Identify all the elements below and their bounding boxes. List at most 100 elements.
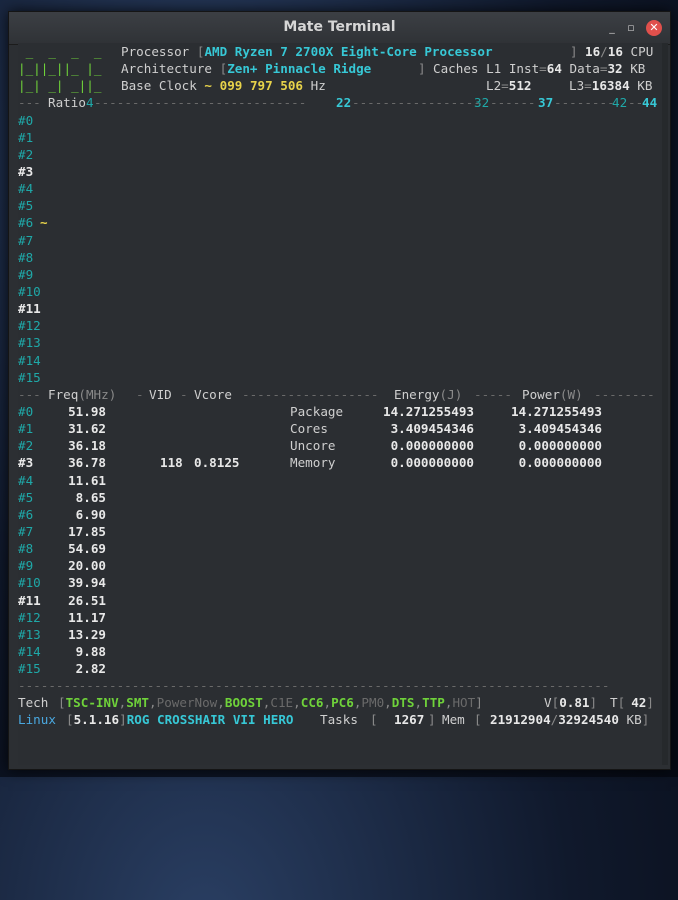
ratio-core-row: #6 ~ [18,214,668,231]
caches-label: Caches L1 Inst [433,61,540,77]
core-id: #13 [18,626,41,642]
titlebar[interactable]: Mate Terminal _ ▫ ✕ [9,12,670,45]
minimize-button[interactable]: _ [604,20,620,36]
close-button[interactable]: ✕ [646,20,662,36]
l3-label: L3 [569,78,585,94]
voltage-value: 0.81 [559,695,590,711]
ratio-mark: 32 [474,95,490,111]
terminal-window[interactable]: Mate Terminal _ ▫ ✕ _ _ _ _ Processor [A… [8,11,671,770]
core-id: #9 [18,266,34,282]
tech-flags: [TSC-INV,SMT,PowerNow,BOOST,C1E,CC6,PC6,… [58,695,483,711]
freq-core-row: #0 51.98 Package 14.271255493 14.271255493 [18,403,668,420]
freq-header: --- Freq(MHz) - VID - Vcore ------------… [18,386,655,402]
core-id: #13 [18,335,41,351]
logo-line: _ _ _ _ [18,44,102,59]
maximize-button[interactable]: ▫ [623,20,639,36]
core-id: #4 [18,472,34,488]
freq-core-row: #10 39.94 [18,574,668,591]
core-frequency: 8.65 [75,489,106,505]
temp-value: 42 [631,695,647,711]
core-id: #0 [18,403,34,419]
core-id: #15 [18,661,41,677]
core-id: #11 [18,301,41,317]
freq-core-row: #14 9.88 [18,643,668,660]
core-id: #4 [18,181,34,197]
tech-flag: C1E [270,695,294,711]
core-id: #10 [18,283,41,299]
processor-row: _ _ _ _ Processor [AMD Ryzen 7 2700X Eig… [18,44,654,59]
freq-core-row: #11 26.51 [18,592,668,609]
core-frequency: 51.98 [68,403,106,419]
terminal-output[interactable]: _ _ _ _ Processor [AMD Ryzen 7 2700X Eig… [18,43,668,765]
cpu-online: 16 [585,44,601,59]
core-frequency: 2.82 [75,661,106,677]
core-frequency: 6.90 [75,506,106,522]
core-id: #14 [18,643,41,659]
core-id: #7 [18,232,34,248]
kernel-version: 5.1.16 [73,712,120,728]
clock-label: Base Clock [121,78,197,94]
status-row: Linux [5.1.16]ROG CROSSHAIR VII HERO Tas… [18,712,650,728]
tech-flag: SMT [126,695,150,711]
core-frequency: 13.29 [68,626,106,642]
core-id: #5 [18,489,34,505]
freq-core-row: #6 6.90 [18,506,668,523]
core-id: #6 [18,506,34,522]
power-domain-name: Cores [290,421,328,437]
tech-flag: TTP [422,695,445,711]
ratio-core-row: #13 [18,334,668,351]
vid-value: 118 [160,455,183,471]
core-frequency: 9.88 [75,643,106,659]
ratio-core-row: #14 [18,352,668,369]
ratio-mark: 22 [336,95,352,111]
tech-flag: PM0 [361,695,385,711]
power-value: 0.000000000 [518,455,602,471]
core-id: #12 [18,318,41,334]
ratio-core-list: #0 #1 #2 #3 #4 #5 #6 ~ #7 #8 #9 #10 #11 #12 #13 #14 #15 [18,112,668,386]
core-id: #8 [18,249,34,265]
core-id: #14 [18,352,41,368]
mem-unit: KB [626,712,642,728]
voltage-label: V [544,695,552,711]
mem-total: 32924540 [558,712,619,728]
processor-value: AMD Ryzen 7 2700X Eight-Core Processor [204,44,493,59]
ratio-core-row: #7 [18,232,668,249]
tech-flag: BOOST [224,695,263,711]
ratio-core-row: #9 [18,266,668,283]
core-frequency: 54.69 [68,541,106,557]
tech-flag: TSC-INV [65,695,119,711]
clock-row: |_| _| _||_ Base Clock ~ 099 797 506 Hz … [18,78,653,94]
ratio-core-row: #0 [18,112,668,129]
architecture-value: Zen+ Pinnacle Ridge [227,61,372,77]
ratio-header: --- Ratio 4 ----------------------------… [18,95,658,111]
vcore-value: 0.8125 [194,455,240,471]
logo-line: |_| _| _||_ [18,78,102,94]
watt-unit: W [567,386,576,402]
freq-core-row: #8 54.69 [18,540,668,557]
joule-unit: J [447,386,455,402]
cpu-total: 16 [607,44,623,59]
core-id: #5 [18,198,34,214]
ratio-mark: 4 [86,95,94,111]
mem-used: 21912904 [490,712,551,728]
scrollbar[interactable] [662,43,668,765]
core-frequency: 20.00 [68,558,106,574]
power-label: Power [522,386,560,402]
data-label: Data [569,61,600,77]
core-id: #9 [18,558,34,574]
ratio-label: Ratio [48,95,86,111]
ratio-core-row: #4 [18,180,668,197]
tech-label: Tech [18,695,49,711]
freq-core-row: #12 11.17 [18,609,668,626]
freq-core-row: #3 36.78 118 0.8125 Memory 0.000000000 0.00000… [18,454,668,471]
clock-prefix: ~ [204,78,213,94]
mhz-unit: MHz [85,386,109,402]
energy-value: 14.271255493 [383,403,474,419]
ratio-core-row: #3 [18,163,668,180]
freq-core-row: #2 36.18 Uncore 0.000000000 0.000000000 [18,437,668,454]
l1-data-value: 32 [607,61,623,77]
core-id: #2 [18,146,34,162]
temp-label: T [610,695,618,711]
tech-flag: CC6 [300,695,324,711]
core-id: #8 [18,541,34,557]
